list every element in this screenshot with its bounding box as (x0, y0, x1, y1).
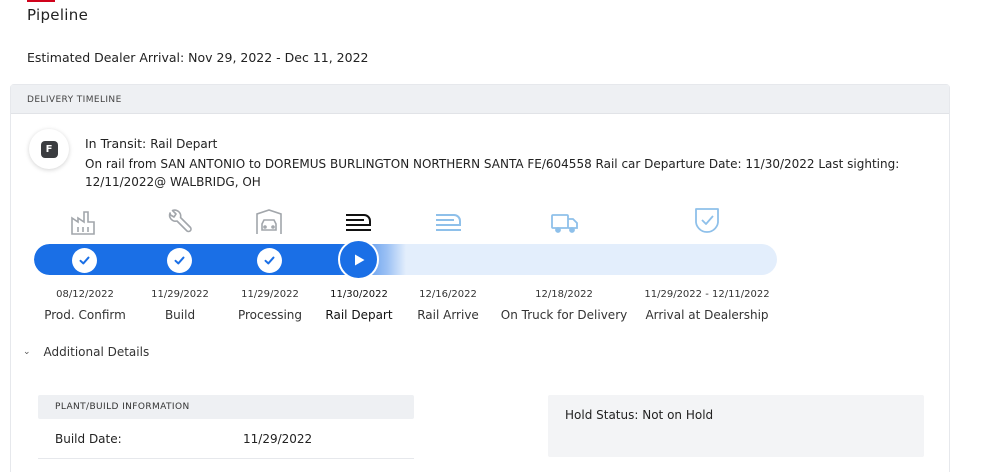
stage-complete-check (72, 248, 97, 273)
status-badge-circle: F (29, 129, 69, 169)
stage-complete-check (167, 248, 192, 273)
stage-label-on-truck: On Truck for Delivery (500, 308, 628, 322)
delivery-progress-track (34, 244, 777, 275)
shield-check-icon (695, 208, 719, 233)
checkmark-icon (174, 256, 185, 265)
hold-status-box: Hold Status: Not on Hold (548, 395, 924, 457)
status-detail: On rail from SAN ANTONIO to DOREMUS BURL… (85, 157, 900, 189)
status-prefix: In Transit: (85, 136, 147, 151)
wrench-icon (168, 209, 192, 233)
build-date-label: Build Date: (55, 432, 122, 446)
divider (38, 458, 414, 459)
additional-details-label: Additional Details (43, 345, 150, 359)
delivery-timeline-header: DELIVERY TIMELINE (11, 85, 949, 114)
stage-label-arrival: Arrival at Dealership (645, 308, 769, 322)
plant-build-info: PLANT/BUILD INFORMATION Build Date: 11/2… (38, 395, 414, 465)
play-icon (354, 254, 364, 265)
checkmark-icon (79, 256, 90, 265)
status-badge: F (40, 140, 58, 158)
status-value: Rail Depart (150, 137, 218, 151)
rail-car-icon (346, 214, 371, 231)
estimated-arrival: Estimated Dealer Arrival: Nov 29, 2022 -… (27, 50, 369, 65)
stage-complete-check (257, 248, 282, 273)
delivery-timeline-card: DELIVERY TIMELINE F In Transit: Rail Dep… (10, 84, 950, 472)
current-stage-marker (338, 239, 379, 280)
factory-icon (71, 211, 95, 235)
chevron-down-icon: ⌄ (23, 347, 31, 357)
brand-accent-bar (27, 0, 55, 2)
truck-icon (551, 214, 578, 233)
status-heading: In Transit: Rail Depart (85, 136, 217, 151)
build-date-value: 11/29/2022 (243, 432, 313, 446)
plant-build-header: PLANT/BUILD INFORMATION (38, 395, 414, 419)
checkmark-icon (264, 256, 275, 265)
stage-date: 11/29/2022 - 12/11/2022 (644, 289, 770, 300)
hold-status: Hold Status: Not on Hold (565, 408, 714, 422)
car-processing-icon (256, 209, 282, 234)
rail-car-icon (436, 214, 461, 231)
page-title: Pipeline (27, 6, 89, 24)
additional-details-toggle[interactable]: ⌄ Additional Details (23, 345, 149, 359)
stage-date: 12/18/2022 (535, 289, 593, 300)
